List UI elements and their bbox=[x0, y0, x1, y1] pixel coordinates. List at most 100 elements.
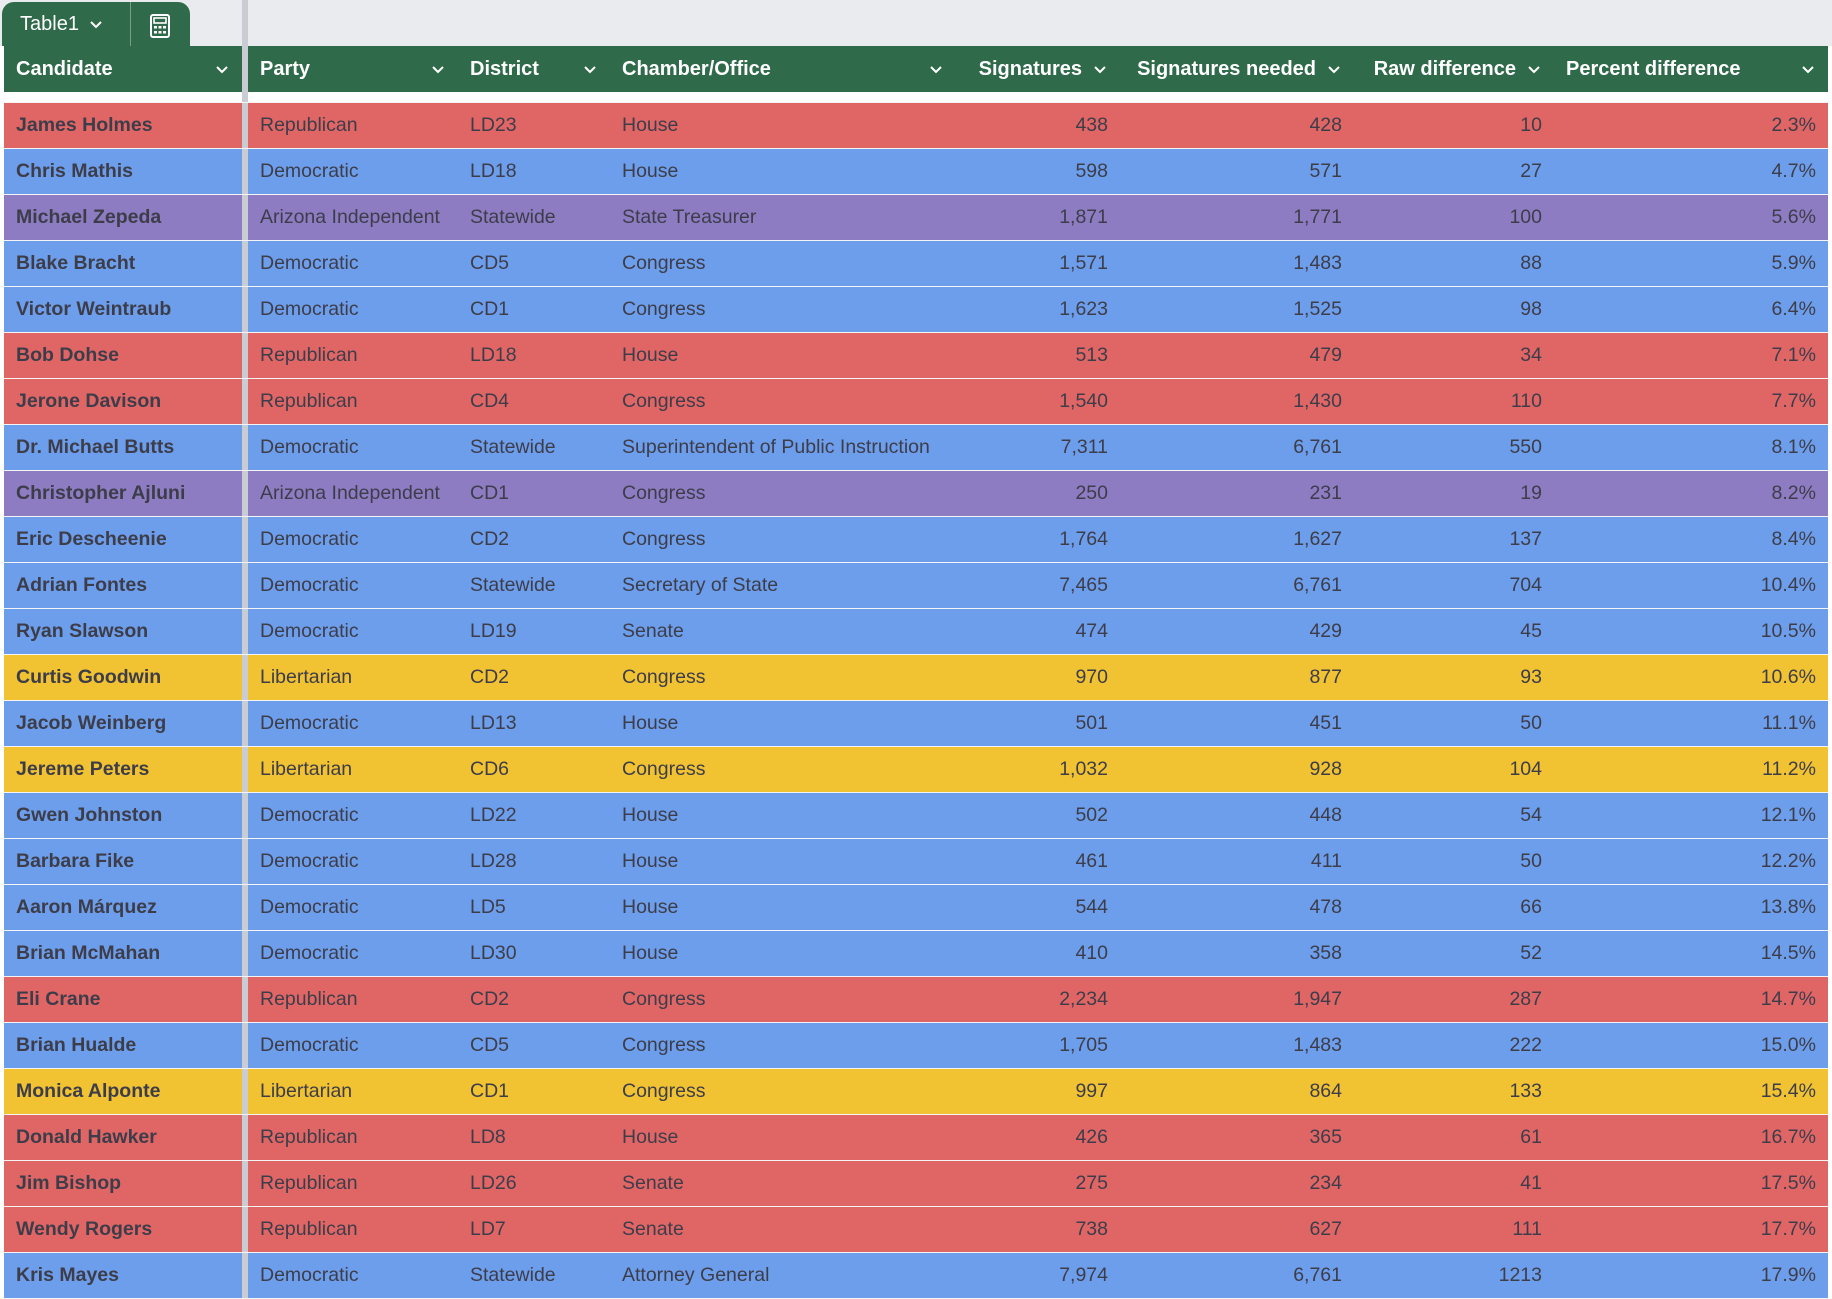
cell-signatures-needed[interactable]: 6,761 bbox=[1120, 424, 1354, 471]
cell-chamber[interactable]: Senate bbox=[610, 1160, 956, 1207]
cell-raw-difference[interactable]: 704 bbox=[1354, 562, 1554, 609]
cell-party[interactable]: Democratic bbox=[248, 608, 458, 655]
cell-candidate[interactable]: Curtis Goodwin bbox=[4, 654, 242, 701]
cell-signatures[interactable]: 1,571 bbox=[956, 240, 1120, 287]
cell-chamber[interactable]: Attorney General bbox=[610, 1252, 956, 1299]
cell-district[interactable]: LD28 bbox=[458, 838, 610, 885]
cell-chamber[interactable]: Congress bbox=[610, 1068, 956, 1115]
cell-district[interactable]: Statewide bbox=[458, 424, 610, 471]
cell-party[interactable]: Libertarian bbox=[248, 746, 458, 793]
cell-percent-difference[interactable]: 13.8% bbox=[1554, 884, 1828, 931]
cell-raw-difference[interactable]: 110 bbox=[1354, 378, 1554, 425]
cell-raw-difference[interactable]: 27 bbox=[1354, 148, 1554, 195]
column-header-signatures[interactable]: Signatures bbox=[956, 46, 1120, 92]
cell-candidate[interactable]: Victor Weintraub bbox=[4, 286, 242, 333]
table-tab[interactable]: Table1 bbox=[2, 2, 190, 46]
cell-chamber[interactable]: House bbox=[610, 700, 956, 747]
cell-district[interactable]: LD8 bbox=[458, 1114, 610, 1161]
table-row[interactable]: Christopher Ajluni Arizona Independent CD1… bbox=[4, 470, 1828, 517]
cell-signatures[interactable]: 997 bbox=[956, 1068, 1120, 1115]
table-row[interactable]: Brian Hualde Democratic CD5 Congress 1,705 1,… bbox=[4, 1022, 1828, 1069]
cell-chamber[interactable]: Congress bbox=[610, 378, 956, 425]
cell-signatures-needed[interactable]: 429 bbox=[1120, 608, 1354, 655]
table-row[interactable]: Dr. Michael Butts Democratic Statewide Supe… bbox=[4, 424, 1828, 471]
cell-district[interactable]: LD26 bbox=[458, 1160, 610, 1207]
cell-chamber[interactable]: Congress bbox=[610, 240, 956, 287]
cell-chamber[interactable]: Congress bbox=[610, 286, 956, 333]
cell-candidate[interactable]: Chris Mathis bbox=[4, 148, 242, 195]
cell-district[interactable]: Statewide bbox=[458, 562, 610, 609]
cell-signatures-needed[interactable]: 6,761 bbox=[1120, 1252, 1354, 1299]
cell-party[interactable]: Arizona Independent bbox=[248, 194, 458, 241]
cell-signatures-needed[interactable]: 6,761 bbox=[1120, 562, 1354, 609]
cell-district[interactable]: CD5 bbox=[458, 1022, 610, 1069]
cell-chamber[interactable]: Congress bbox=[610, 976, 956, 1023]
cell-signatures[interactable]: 438 bbox=[956, 102, 1120, 149]
cell-signatures[interactable]: 1,032 bbox=[956, 746, 1120, 793]
cell-signatures[interactable]: 7,311 bbox=[956, 424, 1120, 471]
cell-signatures-needed[interactable]: 428 bbox=[1120, 102, 1354, 149]
cell-signatures-needed[interactable]: 231 bbox=[1120, 470, 1354, 517]
table-row[interactable]: Blake Bracht Democratic CD5 Congress 1,571 1,… bbox=[4, 240, 1828, 287]
cell-party[interactable]: Republican bbox=[248, 102, 458, 149]
cell-candidate[interactable]: Jim Bishop bbox=[4, 1160, 242, 1207]
cell-district[interactable]: CD2 bbox=[458, 976, 610, 1023]
chevron-down-icon[interactable] bbox=[1526, 61, 1542, 77]
cell-signatures-needed[interactable]: 1,430 bbox=[1120, 378, 1354, 425]
cell-signatures[interactable]: 598 bbox=[956, 148, 1120, 195]
cell-signatures-needed[interactable]: 234 bbox=[1120, 1160, 1354, 1207]
cell-candidate[interactable]: Eric Descheenie bbox=[4, 516, 242, 563]
cell-chamber[interactable]: Congress bbox=[610, 470, 956, 517]
cell-raw-difference[interactable]: 111 bbox=[1354, 1206, 1554, 1253]
chevron-down-icon[interactable] bbox=[582, 61, 598, 77]
cell-raw-difference[interactable]: 100 bbox=[1354, 194, 1554, 241]
column-header-signatures-needed[interactable]: Signatures needed bbox=[1120, 46, 1354, 92]
cell-percent-difference[interactable]: 17.7% bbox=[1554, 1206, 1828, 1253]
cell-percent-difference[interactable]: 8.2% bbox=[1554, 470, 1828, 517]
table-row[interactable]: Kris Mayes Democratic Statewide Attorney Ge… bbox=[4, 1252, 1828, 1299]
cell-chamber[interactable]: Superintendent of Public Instruction bbox=[610, 424, 956, 471]
cell-party[interactable]: Democratic bbox=[248, 516, 458, 563]
cell-party[interactable]: Democratic bbox=[248, 424, 458, 471]
cell-raw-difference[interactable]: 61 bbox=[1354, 1114, 1554, 1161]
cell-signatures[interactable]: 461 bbox=[956, 838, 1120, 885]
cell-percent-difference[interactable]: 10.4% bbox=[1554, 562, 1828, 609]
cell-candidate[interactable]: Eli Crane bbox=[4, 976, 242, 1023]
cell-signatures-needed[interactable]: 864 bbox=[1120, 1068, 1354, 1115]
cell-raw-difference[interactable]: 50 bbox=[1354, 838, 1554, 885]
cell-candidate[interactable]: Brian McMahan bbox=[4, 930, 242, 977]
table-row[interactable]: Eric Descheenie Democratic CD2 Congress 1,76… bbox=[4, 516, 1828, 563]
cell-chamber[interactable]: House bbox=[610, 838, 956, 885]
cell-party[interactable]: Democratic bbox=[248, 240, 458, 287]
cell-candidate[interactable]: Jerone Davison bbox=[4, 378, 242, 425]
cell-raw-difference[interactable]: 54 bbox=[1354, 792, 1554, 839]
cell-candidate[interactable]: Bob Dohse bbox=[4, 332, 242, 379]
cell-raw-difference[interactable]: 1213 bbox=[1354, 1252, 1554, 1299]
cell-candidate[interactable]: Monica Alponte bbox=[4, 1068, 242, 1115]
cell-district[interactable]: LD18 bbox=[458, 148, 610, 195]
table-row[interactable]: Jim Bishop Republican LD26 Senate 275 234 41 17… bbox=[4, 1160, 1828, 1207]
cell-raw-difference[interactable]: 45 bbox=[1354, 608, 1554, 655]
table-row[interactable]: Adrian Fontes Democratic Statewide Secretar… bbox=[4, 562, 1828, 609]
cell-percent-difference[interactable]: 14.7% bbox=[1554, 976, 1828, 1023]
cell-candidate[interactable]: Brian Hualde bbox=[4, 1022, 242, 1069]
cell-percent-difference[interactable]: 4.7% bbox=[1554, 148, 1828, 195]
cell-raw-difference[interactable]: 550 bbox=[1354, 424, 1554, 471]
cell-signatures-needed[interactable]: 1,483 bbox=[1120, 240, 1354, 287]
cell-party[interactable]: Democratic bbox=[248, 1252, 458, 1299]
column-header-percent-difference[interactable]: Percent difference bbox=[1554, 46, 1828, 92]
cell-percent-difference[interactable]: 7.1% bbox=[1554, 332, 1828, 379]
cell-signatures-needed[interactable]: 478 bbox=[1120, 884, 1354, 931]
cell-party[interactable]: Republican bbox=[248, 1160, 458, 1207]
cell-percent-difference[interactable]: 2.3% bbox=[1554, 102, 1828, 149]
chevron-down-icon[interactable] bbox=[1326, 61, 1342, 77]
cell-signatures[interactable]: 1,623 bbox=[956, 286, 1120, 333]
cell-party[interactable]: Republican bbox=[248, 976, 458, 1023]
cell-party[interactable]: Democratic bbox=[248, 286, 458, 333]
cell-chamber[interactable]: Secretary of State bbox=[610, 562, 956, 609]
cell-candidate[interactable]: Jacob Weinberg bbox=[4, 700, 242, 747]
cell-percent-difference[interactable]: 16.7% bbox=[1554, 1114, 1828, 1161]
table-row[interactable]: Michael Zepeda Arizona Independent Statewi… bbox=[4, 194, 1828, 241]
cell-signatures[interactable]: 513 bbox=[956, 332, 1120, 379]
cell-signatures-needed[interactable]: 1,525 bbox=[1120, 286, 1354, 333]
